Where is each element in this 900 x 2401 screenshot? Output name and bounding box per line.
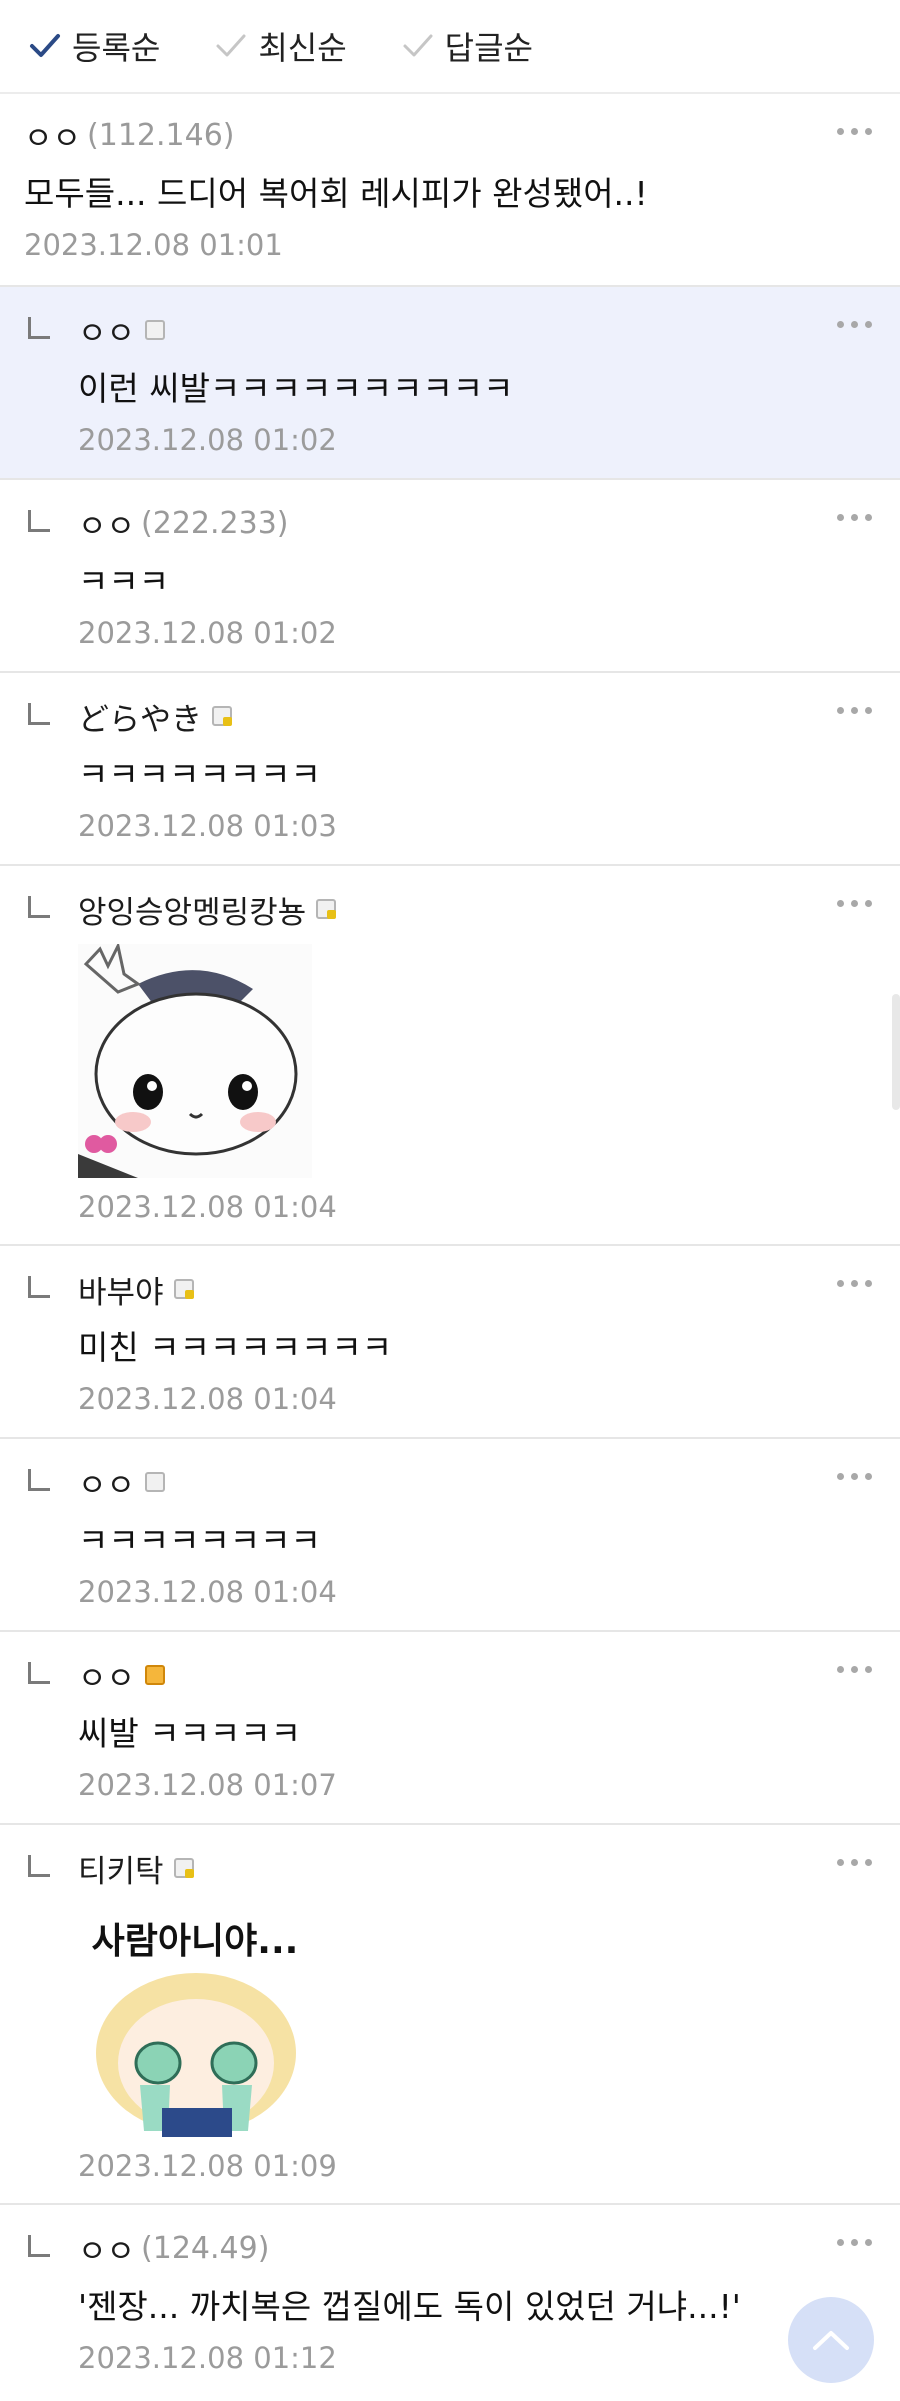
- comment-author: 티키탁: [78, 1846, 900, 1891]
- nickname[interactable]: 앙잉승앙멩링캉뇽: [78, 887, 306, 932]
- gallery-badge-icon: [145, 1472, 166, 1492]
- comment-author: ㅇㅇ: [78, 1460, 900, 1505]
- comment-date: 2023.12.08 01:04: [78, 1382, 337, 1416]
- comment-author: ㅇㅇ (112.146): [24, 113, 876, 158]
- gallery-badge-icon: [316, 899, 337, 919]
- comment-text: 모두들... 드디어 복어회 레시피가 완성됐어..!: [24, 174, 648, 213]
- comment-text: ㅋㅋㅋㅋㅋㅋㅋㅋ: [78, 1521, 321, 1560]
- gallery-badge-icon: [173, 1858, 194, 1878]
- comment-author: 앙잉승앙멩링캉뇽: [78, 887, 900, 932]
- gallery-badge-icon: [212, 706, 232, 726]
- sort-option-replies[interactable]: 답글순: [399, 23, 533, 69]
- reply-item: 티키탁 사람아니야... 2023.12.08 01:09: [0, 1825, 900, 2205]
- more-options-button[interactable]: [837, 128, 872, 135]
- reply-arrow-icon: [28, 703, 50, 725]
- more-options-button[interactable]: [837, 1666, 872, 1673]
- reply-item: ㅇㅇ (222.233) ㅋㅋㅋ 2023.12.08 01:02: [0, 480, 900, 673]
- sort-option-latest[interactable]: 최신순: [212, 23, 347, 69]
- nickname[interactable]: 티키탁: [78, 1846, 164, 1891]
- scroll-top-button[interactable]: [788, 2297, 874, 2383]
- ip-address: (222.233): [141, 505, 289, 541]
- reply-arrow-icon: [28, 1855, 50, 1877]
- reply-item: ㅇㅇ 이런 씨발ㅋㅋㅋㅋㅋㅋㅋㅋㅋㅋ 2023.12.08 01:02: [0, 287, 900, 480]
- check-icon: [216, 34, 246, 57]
- chevron-up-icon: [813, 2331, 849, 2350]
- gallery-badge-icon: [145, 320, 166, 340]
- check-icon: [30, 34, 60, 57]
- sticker-image: 사람아니야...: [78, 1903, 312, 2137]
- reply-arrow-icon: [28, 1276, 50, 1298]
- reply-arrow-icon: [28, 2235, 50, 2257]
- comment-date: 2023.12.08 01:12: [78, 2341, 337, 2375]
- sort-option-registered[interactable]: 등록순: [26, 23, 160, 69]
- comment-date: 2023.12.08 01:03: [78, 809, 337, 843]
- sticker-image: [78, 944, 312, 1178]
- more-options-button[interactable]: [837, 2239, 872, 2246]
- comment-text: ㅋㅋㅋ: [78, 562, 170, 601]
- comment-author: ㅇㅇ: [78, 1653, 900, 1698]
- sticker-caption: 사람아니야...: [92, 1921, 299, 1962]
- reply-item: どらやき ㅋㅋㅋㅋㅋㅋㅋㅋ 2023.12.08 01:03: [0, 673, 900, 866]
- nickname[interactable]: ㅇㅇ: [78, 1653, 135, 1698]
- reply-arrow-icon: [28, 317, 50, 339]
- nickname[interactable]: どらやき: [78, 694, 202, 739]
- comment-author: ㅇㅇ (124.49): [78, 2226, 900, 2271]
- comment-date: 2023.12.08 01:01: [24, 228, 283, 262]
- more-options-button[interactable]: [837, 1280, 872, 1287]
- comment-item: ㅇㅇ (112.146) 모두들... 드디어 복어회 레시피가 완성됐어..!…: [0, 94, 900, 287]
- comment-date: 2023.12.08 01:02: [78, 616, 337, 650]
- comment-date: 2023.12.08 01:02: [78, 423, 337, 457]
- comment-text: ㅋㅋㅋㅋㅋㅋㅋㅋ: [78, 755, 321, 794]
- sort-option-label: 등록순: [72, 29, 161, 67]
- reply-arrow-icon: [28, 510, 50, 532]
- reply-item: ㅇㅇ ㅋㅋㅋㅋㅋㅋㅋㅋ 2023.12.08 01:04: [0, 1439, 900, 1632]
- reply-arrow-icon: [28, 1662, 50, 1684]
- comment-text: 씨발 ㅋㅋㅋㅋㅋ: [78, 1714, 302, 1753]
- comment-date: 2023.12.08 01:07: [78, 1768, 337, 1802]
- sort-option-label: 답글순: [444, 29, 533, 67]
- reply-item: 바부야 미친 ㅋㅋㅋㅋㅋㅋㅋㅋ 2023.12.08 01:04: [0, 1246, 900, 1439]
- nickname[interactable]: 바부야: [78, 1267, 164, 1312]
- comment-date: 2023.12.08 01:04: [78, 1190, 337, 1224]
- nickname[interactable]: ㅇㅇ: [78, 501, 135, 546]
- reply-arrow-icon: [28, 1469, 50, 1491]
- sort-option-label: 최신순: [258, 29, 347, 67]
- comment-author: どらやき: [78, 694, 900, 739]
- more-options-button[interactable]: [837, 1859, 872, 1866]
- comment-author: 바부야: [78, 1267, 900, 1312]
- nickname[interactable]: ㅇㅇ: [78, 308, 135, 353]
- more-options-button[interactable]: [837, 514, 872, 521]
- sort-bar: 등록순 최신순 답글순: [0, 0, 900, 94]
- nickname[interactable]: ㅇㅇ: [78, 1460, 135, 1505]
- comment-text: 이런 씨발ㅋㅋㅋㅋㅋㅋㅋㅋㅋㅋ: [78, 369, 514, 408]
- more-options-button[interactable]: [837, 321, 872, 328]
- nickname[interactable]: ㅇㅇ: [24, 113, 81, 158]
- more-options-button[interactable]: [837, 707, 872, 714]
- reply-item: ㅇㅇ (124.49) '젠장... 까치복은 껍질에도 독이 있었던 거냐..…: [0, 2205, 900, 2398]
- gallery-badge-icon: [173, 1279, 194, 1299]
- check-icon: [403, 34, 433, 57]
- reply-arrow-icon: [28, 896, 50, 918]
- reply-item: ㅇㅇ 씨발 ㅋㅋㅋㅋㅋ 2023.12.08 01:07: [0, 1632, 900, 1825]
- comment-author: ㅇㅇ: [78, 308, 900, 353]
- comment-date: 2023.12.08 01:09: [78, 2149, 337, 2183]
- scrollbar[interactable]: [892, 994, 900, 1110]
- nickname[interactable]: ㅇㅇ: [78, 2226, 135, 2271]
- comment-date: 2023.12.08 01:04: [78, 1575, 337, 1609]
- comment-text: '젠장... 까치복은 껍질에도 독이 있었던 거냐...!': [78, 2287, 741, 2326]
- more-options-button[interactable]: [837, 900, 872, 907]
- comment-text: 미친 ㅋㅋㅋㅋㅋㅋㅋㅋ: [78, 1328, 393, 1367]
- gallery-badge-icon: [145, 1665, 166, 1685]
- reply-item: 앙잉승앙멩링캉뇽 2023.12.08 01:04: [0, 866, 900, 1246]
- more-options-button[interactable]: [837, 1473, 872, 1480]
- ip-address: (112.146): [87, 117, 235, 153]
- ip-address: (124.49): [141, 2230, 270, 2266]
- comment-author: ㅇㅇ (222.233): [78, 501, 900, 546]
